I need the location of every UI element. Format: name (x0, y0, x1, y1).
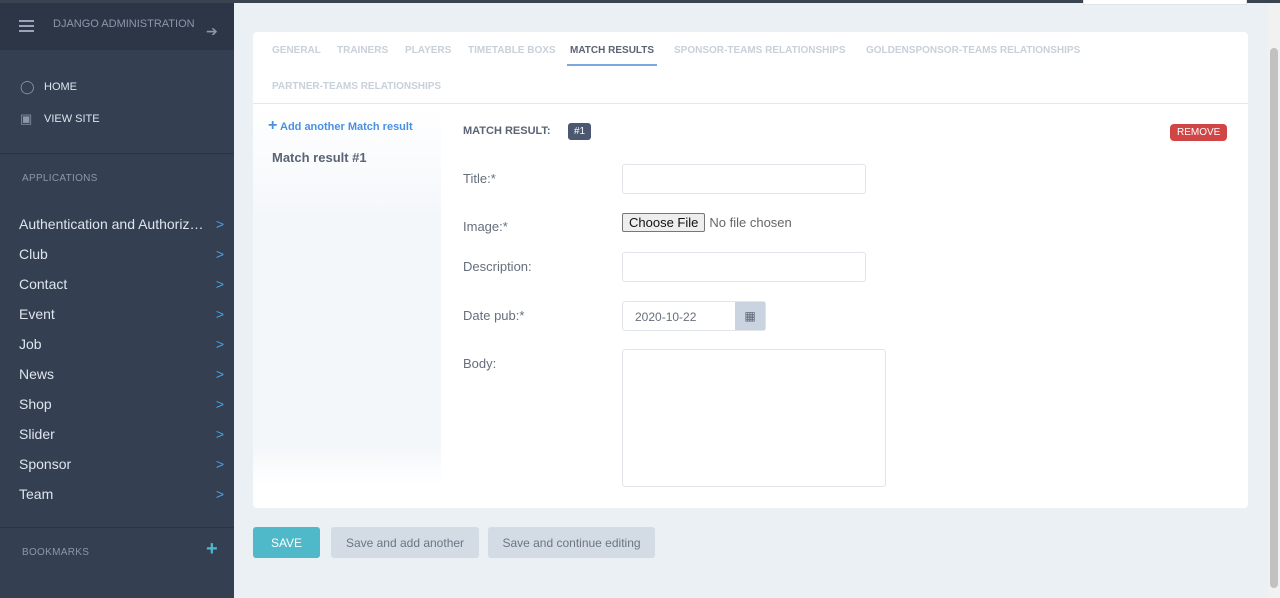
chevron-right-icon: > (215, 336, 224, 352)
sidebar-item-slider[interactable]: Slider > (19, 426, 224, 442)
remove-button[interactable]: REMOVE (1170, 124, 1228, 141)
inline-number-badge: #1 (568, 123, 592, 140)
app-label: Slider (19, 426, 55, 442)
sidebar-item-job[interactable]: Job > (19, 336, 224, 352)
inline-nav: + Add another Match result Match result … (253, 105, 441, 485)
nav-home[interactable]: ◯ HOME (20, 80, 77, 94)
app-label: Team (19, 486, 54, 502)
bookmarks-heading: BOOKMARKS (22, 547, 90, 558)
applications-heading: APPLICATIONS (22, 173, 98, 184)
calendar-icon[interactable]: ▦ (735, 302, 765, 330)
app-label: Authentication and Authoriz… (19, 216, 204, 232)
sidebar-item-sponsor[interactable]: Sponsor > (19, 456, 224, 472)
sidebar-item-shop[interactable]: Shop > (19, 396, 224, 412)
save-add-another-button[interactable]: Save and add another (331, 527, 479, 558)
scrollbar[interactable] (1268, 3, 1280, 598)
scrollbar-thumb[interactable] (1270, 48, 1278, 588)
add-another-label: Add another Match result (280, 121, 413, 133)
date-pub-input[interactable]: 2020-10-22 (623, 302, 735, 330)
change-form-card: GENERAL TRAINERS PLAYERS TIMETABLE BOXS … (253, 32, 1248, 508)
image-file-input[interactable]: Choose File No file chosen (622, 213, 792, 232)
chevron-right-icon: > (215, 426, 224, 442)
title-label: Title:* (463, 171, 496, 186)
tab-general[interactable]: GENERAL (272, 45, 321, 56)
tab-players[interactable]: PLAYERS (405, 45, 451, 56)
tab-bar: GENERAL TRAINERS PLAYERS TIMETABLE BOXS … (253, 32, 1248, 104)
sidebar-item-team[interactable]: Team > (19, 486, 224, 502)
app-label: News (19, 366, 55, 382)
nav-view-site-label: VIEW SITE (44, 113, 100, 125)
chevron-right-icon: > (215, 306, 224, 322)
description-input[interactable] (622, 252, 866, 282)
app-label: Sponsor (19, 456, 72, 472)
app-label: Job (19, 336, 42, 352)
divider (0, 527, 234, 528)
chevron-right-icon: > (215, 366, 224, 382)
sidebar-header: DJANGO ADMINISTRATION ➔ (0, 3, 234, 50)
tab-sponsor-teams[interactable]: SPONSOR-TEAMS RELATIONSHIPS (674, 45, 846, 56)
sidebar-item-club[interactable]: Club > (19, 246, 224, 262)
sidebar: DJANGO ADMINISTRATION ➔ ◯ HOME ▣ VIEW SITE… (0, 3, 234, 598)
app-label: Shop (19, 396, 52, 412)
tab-match-results[interactable]: MATCH RESULTS (567, 45, 658, 66)
inline-header: MATCH RESULT: (463, 125, 551, 137)
sidebar-item-contact[interactable]: Contact > (19, 276, 224, 292)
sidebar-item-news[interactable]: News > (19, 366, 224, 382)
no-file-text: No file chosen (709, 215, 792, 230)
pin-icon[interactable]: ➔ (206, 23, 218, 40)
body-textarea[interactable] (622, 349, 886, 487)
tab-timetable-boxs[interactable]: TIMETABLE BOXS (468, 45, 556, 56)
home-icon: ◯ (20, 79, 35, 94)
chevron-right-icon: > (215, 456, 224, 472)
body-label: Body: (463, 356, 497, 371)
nav-view-site[interactable]: ▣ VIEW SITE (20, 112, 100, 126)
description-label: Description: (463, 259, 532, 274)
save-button[interactable]: SAVE (253, 527, 320, 558)
app-label: Club (19, 246, 48, 262)
chevron-right-icon: > (215, 276, 224, 292)
add-another-link[interactable]: + Add another Match result (268, 117, 413, 135)
sidebar-item-event[interactable]: Event > (19, 306, 224, 322)
inline-item-link[interactable]: Match result #1 (272, 150, 367, 165)
plus-icon: + (268, 117, 278, 134)
view-site-icon: ▣ (20, 111, 33, 126)
nav-home-label: HOME (44, 81, 77, 93)
divider (0, 153, 234, 154)
chevron-right-icon: > (215, 396, 224, 412)
app-label: Contact (19, 276, 68, 292)
chevron-right-icon: > (215, 216, 224, 232)
choose-file-button[interactable]: Choose File (622, 213, 706, 232)
date-pub-field[interactable]: 2020-10-22 ▦ (622, 301, 766, 331)
tab-goldensponsor-teams[interactable]: GOLDENSPONSOR-TEAMS RELATIONSHIPS (866, 45, 1080, 56)
tab-partner-teams[interactable]: PARTNER-TEAMS RELATIONSHIPS (272, 81, 441, 92)
title-input[interactable] (622, 164, 866, 194)
menu-icon[interactable] (19, 20, 34, 32)
tab-trainers[interactable]: TRAINERS (337, 45, 388, 56)
add-bookmark-icon[interactable]: + (206, 538, 218, 561)
chevron-right-icon: > (215, 486, 224, 502)
date-pub-label: Date pub:* (463, 308, 525, 323)
sidebar-item-auth[interactable]: Authentication and Authoriz… > (19, 216, 224, 232)
top-search-box[interactable] (1083, 0, 1247, 5)
save-continue-button[interactable]: Save and continue editing (488, 527, 655, 558)
site-title: DJANGO ADMINISTRATION (53, 18, 195, 30)
image-label: Image:* (463, 219, 508, 234)
app-label: Event (19, 306, 55, 322)
chevron-right-icon: > (215, 246, 224, 262)
